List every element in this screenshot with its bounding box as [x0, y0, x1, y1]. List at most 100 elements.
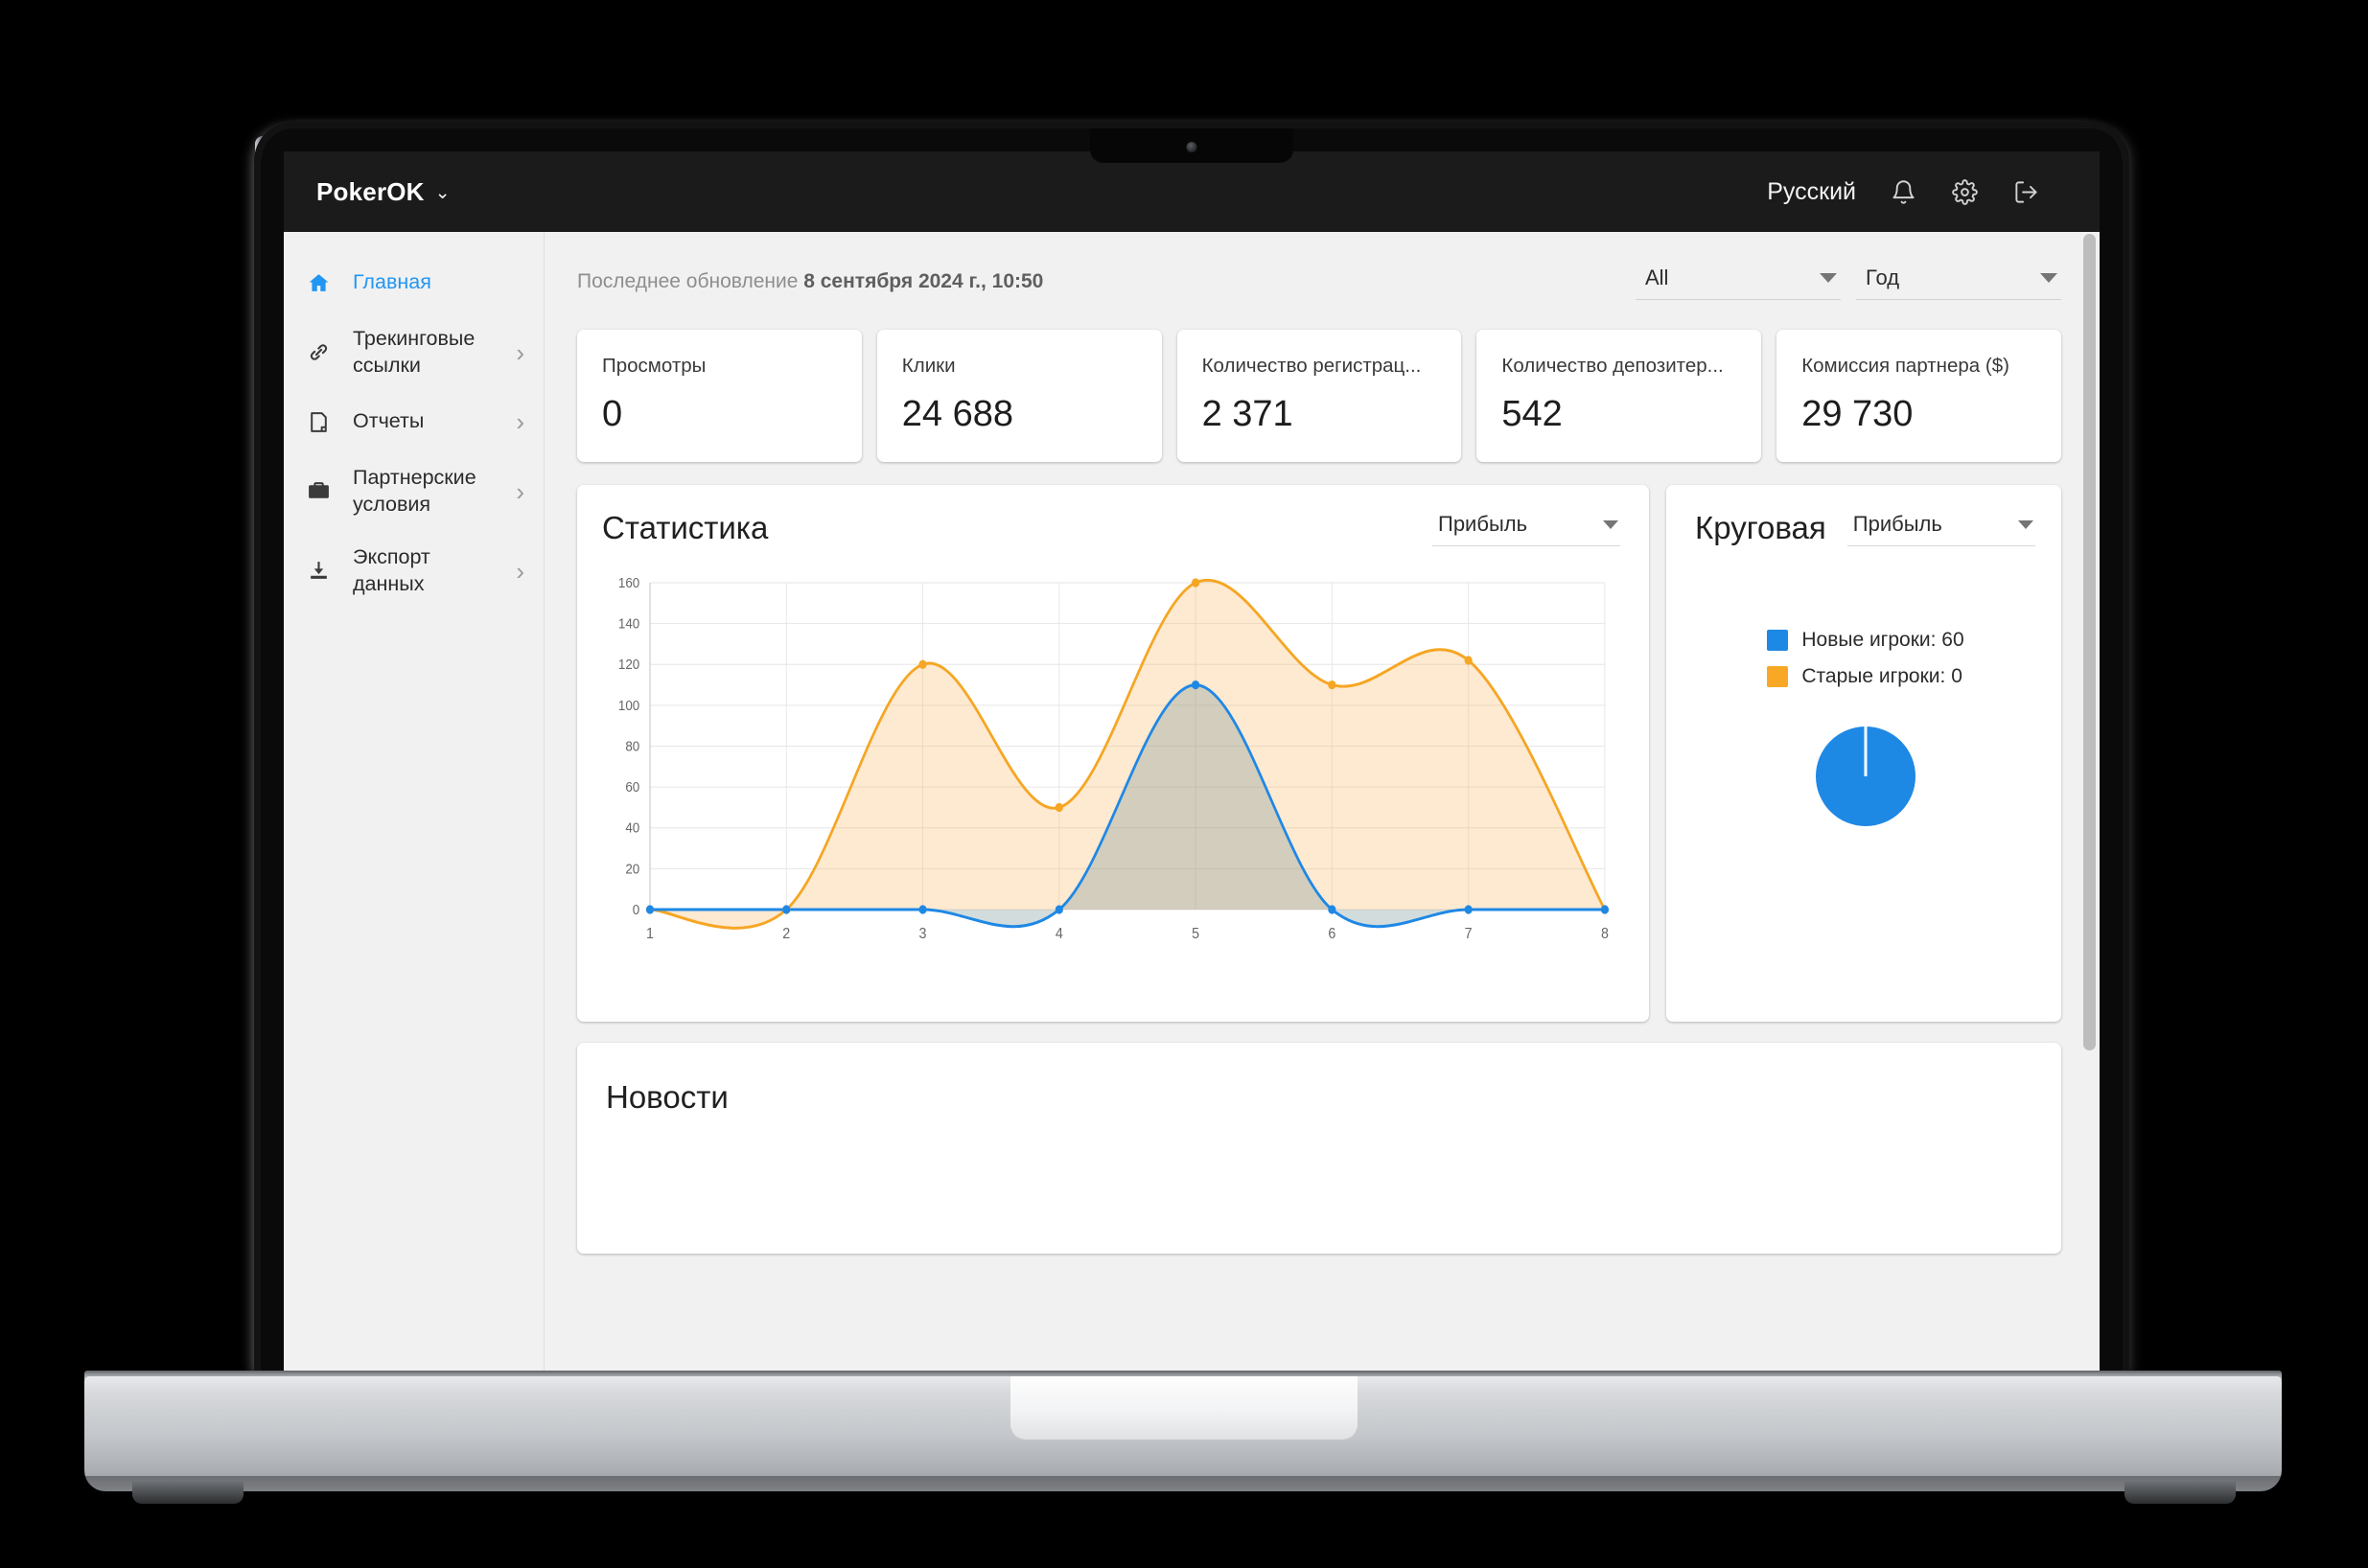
area-chart: 0 20 40 60 80 100 120 140 160 1 2 3 4 5 6 7 8 — [602, 571, 1620, 964]
laptop-base-shadow — [84, 1476, 2282, 1499]
pie-metric-value: Прибыль — [1852, 512, 1942, 536]
period-filter-select[interactable]: Год — [1856, 264, 2061, 300]
chevron-down-icon — [1603, 519, 1618, 529]
sidebar-item-label: Партнерские условия — [353, 466, 476, 516]
brand-menu[interactable]: PokerOK ⌄ — [316, 177, 451, 207]
chevron-right-icon: › — [516, 337, 524, 367]
link-icon — [305, 340, 332, 364]
sidebar-item-partner-terms[interactable]: Партнерские условия › — [284, 451, 544, 531]
pie-legend-item: Старые игроки: 0 — [1767, 665, 1963, 688]
svg-text:0: 0 — [633, 902, 640, 918]
screenshot-stage: PokerOK ⌄ Русский Главная Трекинговые сс… — [0, 0, 2368, 1568]
briefcase-icon — [305, 479, 332, 503]
kpi-card: Просмотры 0 — [577, 330, 862, 462]
chevron-right-icon: › — [516, 407, 524, 437]
chevron-down-icon — [1820, 273, 1837, 283]
sidebar-item-home[interactable]: Главная — [284, 253, 544, 312]
laptop-notch — [1090, 128, 1293, 163]
svg-text:60: 60 — [625, 779, 639, 796]
webcam-icon — [1186, 142, 1197, 152]
pie-panel: Круговая Прибыль Новые игроки: 60 Старые… — [1666, 485, 2061, 1022]
svg-text:160: 160 — [618, 575, 639, 591]
content-header: Последнее обновление 8 сентября 2024 г.,… — [577, 261, 2061, 303]
kpi-card-value: 542 — [1501, 394, 1563, 434]
chevron-right-icon: › — [516, 556, 524, 586]
svg-text:8: 8 — [1601, 925, 1609, 942]
statistics-metric-select[interactable]: Прибыль — [1432, 510, 1620, 546]
document-icon — [305, 410, 332, 434]
legend-swatch-old-players — [1767, 666, 1789, 687]
svg-text:20: 20 — [625, 862, 639, 878]
legend-swatch-new-players — [1767, 630, 1789, 651]
charts-row: Статистика Прибыль 0 20 40 60 80 100 120 140 160… — [577, 485, 2061, 1022]
top-bar-actions: Русский — [1767, 177, 2040, 206]
brand-name: PokerOK — [316, 176, 425, 206]
sidebar-item-reports[interactable]: Отчеты › — [284, 392, 544, 451]
last-updated-prefix: Последнее обновление — [577, 270, 799, 292]
svg-text:6: 6 — [1328, 925, 1335, 942]
kpi-card: Количество депозитер... 542 — [1476, 330, 1762, 462]
kpi-card-row: Просмотры 0 Клики 24 688 Количество реги… — [577, 330, 2061, 462]
svg-text:3: 3 — [919, 925, 927, 942]
sidebar-item-export-data[interactable]: Экспорт данных › — [284, 531, 544, 611]
content-scrollbar[interactable] — [2082, 232, 2096, 1376]
last-updated-value: 8 сентября 2024 г., 10:50 — [803, 270, 1044, 292]
chevron-down-icon — [2017, 519, 2033, 529]
kpi-card-label: Просмотры — [602, 355, 707, 377]
pie-chart: Новые игроки: 60 Старые игроки: 0 — [1695, 546, 2036, 826]
svg-text:140: 140 — [618, 616, 639, 633]
laptop-base-notch — [1010, 1376, 1358, 1440]
sidebar-item-tracking-links[interactable]: Трекинговые ссылки › — [284, 312, 544, 392]
svg-text:40: 40 — [625, 820, 639, 837]
bell-icon[interactable] — [1889, 177, 1917, 206]
top-bar: PokerOK ⌄ Русский — [284, 151, 2100, 232]
main-content: Последнее обновление 8 сентября 2024 г.,… — [545, 232, 2100, 1376]
sidebar-item-label: Трекинговые ссылки — [353, 327, 476, 377]
app-body: Главная Трекинговые ссылки › Отчеты › Па… — [284, 232, 2100, 1376]
gear-icon[interactable] — [1950, 177, 1979, 206]
pie-metric-select[interactable]: Прибыль — [1846, 510, 2035, 546]
kpi-card-value: 24 688 — [901, 394, 1014, 434]
logout-icon[interactable] — [2011, 177, 2040, 206]
kpi-card: Количество регистрац... 2 371 — [1176, 330, 1462, 462]
svg-text:120: 120 — [618, 657, 639, 674]
laptop-screen: PokerOK ⌄ Русский Главная Трекинговые сс… — [284, 151, 2100, 1376]
legend-label-old-players: Старые игроки: 0 — [1801, 665, 1962, 687]
statistics-metric-value: Прибыль — [1438, 512, 1528, 536]
statistics-panel-header: Статистика Прибыль — [602, 510, 1620, 546]
svg-text:5: 5 — [1192, 925, 1199, 942]
chevron-right-icon: › — [516, 476, 524, 506]
laptop-foot-right — [2124, 1481, 2236, 1504]
scope-filter-select[interactable]: All — [1636, 264, 1841, 300]
filter-group: All Год — [1636, 264, 2061, 300]
sidebar: Главная Трекинговые ссылки › Отчеты › Па… — [284, 232, 545, 1376]
news-panel: Новости — [577, 1043, 2061, 1254]
pie-legend: Новые игроки: 60 Старые игроки: 0 — [1767, 629, 1964, 702]
svg-text:1: 1 — [646, 925, 654, 942]
chevron-down-icon: ⌄ — [434, 183, 451, 203]
kpi-card: Комиссия партнера ($) 29 730 — [1776, 330, 2061, 462]
svg-text:2: 2 — [782, 925, 790, 942]
scope-filter-value: All — [1645, 265, 1669, 289]
sidebar-item-label: Главная — [353, 270, 431, 294]
legend-label-new-players: Новые игроки: 60 — [1801, 629, 1964, 651]
sidebar-item-label: Экспорт данных — [353, 545, 430, 595]
pie-chart-circle — [1816, 726, 1915, 826]
home-icon — [305, 271, 332, 295]
pie-slice-divider — [1864, 726, 1868, 776]
kpi-card-label: Количество регистрац... — [1201, 355, 1422, 377]
statistics-title: Статистика — [602, 510, 769, 545]
application: PokerOK ⌄ Русский Главная Трекинговые сс… — [284, 151, 2100, 1376]
period-filter-value: Год — [1866, 265, 1900, 289]
pie-title: Круговая — [1695, 510, 1826, 545]
svg-text:4: 4 — [1056, 925, 1063, 942]
language-selector[interactable]: Русский — [1767, 178, 1856, 206]
svg-text:80: 80 — [625, 739, 639, 755]
sidebar-item-label: Отчеты — [353, 409, 425, 433]
kpi-card-label: Клики — [901, 355, 956, 377]
svg-text:100: 100 — [618, 698, 639, 714]
scrollbar-thumb[interactable] — [2083, 234, 2096, 1050]
kpi-card-label: Комиссия партнера ($) — [1801, 355, 2009, 377]
download-icon — [305, 559, 332, 583]
kpi-card-value: 2 371 — [1201, 394, 1293, 434]
